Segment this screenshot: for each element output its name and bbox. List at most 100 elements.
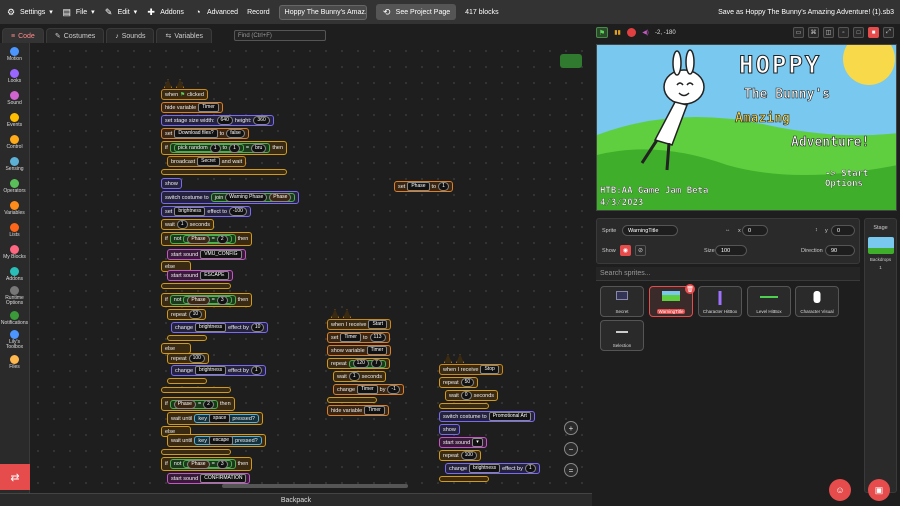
palette-category[interactable]: Files bbox=[0, 351, 29, 373]
key-dropdown[interactable]: escape bbox=[208, 436, 234, 445]
palette-category[interactable]: Sound bbox=[0, 87, 29, 109]
addons-menu[interactable]: ✚ Addons bbox=[146, 7, 184, 17]
variable-dropdown[interactable]: Timer bbox=[364, 406, 385, 415]
value-input[interactable]: 3 bbox=[216, 459, 228, 469]
wait-block[interactable]: wait 0 seconds bbox=[445, 390, 499, 401]
when-flag-clicked-block[interactable]: when ⚑ clicked bbox=[161, 89, 208, 100]
delete-sprite-button[interactable]: 🗑 bbox=[685, 284, 695, 294]
value-input[interactable]: 2 bbox=[216, 234, 228, 244]
value-input[interactable]: 50 bbox=[460, 378, 475, 387]
tab-costumes[interactable]: ✎ Costumes bbox=[45, 28, 105, 43]
if-else-block[interactable]: if not Phase = 2 then bbox=[161, 232, 253, 246]
value-input[interactable]: Warning Phase bbox=[225, 193, 268, 202]
start-sound-block[interactable]: start sound ESCAPE bbox=[167, 270, 233, 281]
value-input[interactable]: 100 bbox=[188, 354, 205, 363]
sound-dropdown[interactable]: ▾ bbox=[472, 438, 483, 447]
pick-random-operator[interactable]: pick random 1 to 1 bbox=[173, 143, 244, 153]
sound-dropdown[interactable]: CONFIRMATION bbox=[200, 474, 247, 483]
repeat-block[interactable]: repeat 120 7 bbox=[327, 358, 390, 369]
equals-operator[interactable]: pick random 1 to 1 = bru bbox=[169, 143, 271, 153]
palette-category[interactable]: Lily's Toolbox bbox=[0, 329, 29, 351]
broadcast-and-wait-block[interactable]: broadcast Secret and wait bbox=[167, 156, 247, 167]
sound-dropdown[interactable]: VMU_CONFIG bbox=[200, 250, 242, 259]
tab-variables[interactable]: ⇆ Variables bbox=[156, 28, 213, 43]
equals-operator[interactable]: Phase = 3 bbox=[183, 295, 232, 305]
wait-until-block[interactable]: wait until key space pressed? bbox=[167, 412, 263, 425]
effect-dropdown[interactable]: brightness bbox=[469, 464, 501, 473]
stop-button[interactable] bbox=[627, 28, 636, 37]
debugger-button[interactable]: ▭ bbox=[793, 27, 804, 38]
variable-dropdown[interactable]: Timer bbox=[357, 385, 378, 394]
value-input[interactable]: 0 bbox=[460, 391, 472, 400]
palette-category[interactable]: Looks bbox=[0, 65, 29, 87]
value-input[interactable]: 1 bbox=[524, 464, 536, 473]
hide-sprite-button[interactable]: ⊘ bbox=[635, 245, 646, 256]
wait-block[interactable]: wait 1 seconds bbox=[161, 219, 215, 230]
mute-button[interactable]: ◀) bbox=[640, 27, 651, 38]
tab-sounds[interactable]: ♪ Sounds bbox=[106, 28, 155, 43]
value-input[interactable]: 1 bbox=[348, 372, 360, 381]
if-else-block[interactable]: if not Phase = 3 then bbox=[161, 293, 253, 307]
set-variable-block[interactable]: set Download files? to false bbox=[161, 128, 249, 139]
size-input[interactable]: 100 bbox=[715, 245, 747, 256]
effect-dropdown[interactable]: brightness bbox=[195, 366, 227, 375]
record-button[interactable]: Record bbox=[247, 9, 270, 16]
not-operator[interactable]: not Phase = 3 bbox=[169, 459, 236, 469]
pause-button[interactable]: ▮▮ bbox=[612, 27, 623, 38]
palette-category[interactable]: Lists bbox=[0, 219, 29, 241]
large-stage-button[interactable]: ■ bbox=[868, 27, 879, 38]
times-operator[interactable]: 120 7 bbox=[348, 359, 386, 368]
height-input[interactable]: 360 bbox=[253, 116, 270, 125]
not-operator[interactable]: not Phase = 3 bbox=[169, 295, 236, 305]
sprite-card[interactable]: Secret bbox=[600, 286, 644, 317]
value-input[interactable]: 1 bbox=[209, 143, 221, 153]
key-dropdown[interactable]: space bbox=[208, 414, 231, 423]
stage-canvas[interactable]: HOPPY The Bunny's Amazing Adventure! -> … bbox=[596, 44, 897, 211]
variable-reporter[interactable]: Phase bbox=[187, 234, 210, 244]
settings-menu[interactable]: ⚙ Settings ▾ bbox=[6, 7, 53, 17]
palette-category[interactable]: Addons bbox=[0, 263, 29, 285]
key-pressed-sensing[interactable]: key space pressed? bbox=[194, 414, 259, 423]
code-workspace[interactable]: when ⚑ clicked hide variable Timer set stag… bbox=[30, 43, 592, 493]
sprite-card[interactable]: Selection bbox=[600, 320, 644, 351]
value-input[interactable]: -100 bbox=[228, 207, 247, 216]
green-flag-button[interactable]: ⚑ bbox=[596, 27, 608, 38]
join-operator[interactable]: join Warning Phase Phase bbox=[210, 193, 296, 202]
show-variable-block[interactable]: show variable Timer bbox=[327, 345, 392, 356]
value-input[interactable]: 10 bbox=[250, 323, 265, 332]
value-input[interactable]: bru bbox=[251, 143, 267, 153]
sprite-card[interactable]: Character HitBox bbox=[698, 286, 742, 317]
palette-category[interactable]: My Blocks bbox=[0, 241, 29, 263]
show-sprite-button[interactable]: ◉ bbox=[620, 245, 631, 256]
palette-category[interactable]: Motion bbox=[0, 43, 29, 65]
zoom-in-button[interactable]: + bbox=[564, 421, 578, 435]
addon-button[interactable]: ⌘ bbox=[808, 27, 819, 38]
value-input[interactable]: 1 bbox=[229, 143, 240, 153]
repeat-block[interactable]: repeat 100 bbox=[167, 353, 209, 364]
value-input[interactable]: 1 bbox=[438, 182, 449, 191]
if-else-block[interactable]: if Phase = 2 then bbox=[161, 397, 235, 411]
add-sprite-button[interactable]: ☺ bbox=[829, 479, 851, 501]
palette-category[interactable]: Operators bbox=[0, 175, 29, 197]
save-as-button[interactable]: Save as Hoppy The Bunny's Amazing Advent… bbox=[718, 9, 894, 16]
edit-menu[interactable]: ✎ Edit ▾ bbox=[104, 7, 137, 17]
value-input[interactable]: 3 bbox=[216, 295, 228, 305]
minimap[interactable] bbox=[560, 54, 582, 68]
stage-selector[interactable]: Stage Backdrops 1 bbox=[864, 218, 897, 493]
value-input[interactable]: 100 bbox=[460, 451, 477, 460]
hide-variable-block[interactable]: hide variable Timer bbox=[327, 405, 389, 416]
equals-operator[interactable]: Phase = 3 bbox=[183, 459, 232, 469]
workspace-horizontal-scrollbar[interactable] bbox=[222, 484, 408, 488]
show-block[interactable]: show bbox=[161, 178, 182, 189]
width-input[interactable]: 640 bbox=[216, 116, 233, 125]
variable-dropdown[interactable]: Phase bbox=[407, 182, 430, 191]
see-project-page-button[interactable]: ⟲ See Project Page bbox=[375, 4, 457, 20]
hide-variable-block[interactable]: hide variable Timer bbox=[161, 102, 223, 113]
change-effect-block[interactable]: change brightness effect by 1 bbox=[445, 463, 540, 474]
variable-reporter[interactable]: Phase bbox=[187, 459, 210, 469]
when-i-receive-block[interactable]: when I receive Stop bbox=[439, 364, 503, 375]
advanced-menu[interactable]: ◔ Advanced bbox=[193, 7, 238, 17]
x-input[interactable]: 0 bbox=[742, 225, 768, 236]
normal-stage-button[interactable]: □ bbox=[853, 27, 864, 38]
repeat-block[interactable]: repeat 100 bbox=[439, 450, 481, 461]
